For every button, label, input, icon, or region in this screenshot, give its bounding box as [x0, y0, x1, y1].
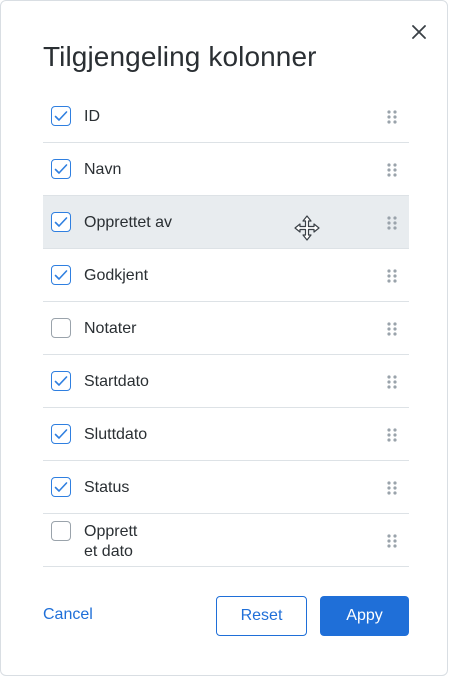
check-icon [54, 482, 68, 492]
drag-handle-icon[interactable] [386, 109, 398, 125]
column-settings-dialog: Tilgjengeling kolonner ID Navn Opprettet… [0, 0, 448, 676]
check-icon [54, 376, 68, 386]
drag-handle-icon[interactable] [386, 533, 398, 549]
column-label: Navn [84, 161, 122, 178]
column-row[interactable]: Sluttdato [43, 408, 409, 461]
column-checkbox[interactable] [51, 477, 71, 497]
column-row[interactable]: Status [43, 461, 409, 514]
drag-handle-icon[interactable] [386, 480, 398, 496]
column-label: Opprettet av [84, 214, 173, 231]
column-checkbox[interactable] [51, 424, 71, 444]
check-icon [54, 164, 68, 174]
column-checkbox[interactable] [51, 159, 71, 179]
drag-handle-icon[interactable] [386, 268, 398, 284]
check-icon [54, 429, 68, 439]
column-row[interactable]: ID [43, 90, 409, 143]
column-checkbox[interactable] [51, 106, 71, 126]
drag-handle-icon[interactable] [386, 162, 398, 178]
column-row[interactable]: Opprett et dato [43, 514, 409, 567]
column-label: ID [84, 108, 100, 125]
close-icon [412, 25, 426, 39]
column-row[interactable]: Startdato [43, 355, 409, 408]
column-checkbox[interactable] [51, 265, 71, 285]
drag-handle-icon[interactable] [386, 215, 398, 231]
column-row[interactable]: Opprettet av [43, 196, 409, 249]
column-row[interactable]: Notater [43, 302, 409, 355]
column-label: Opprett et dato [84, 523, 138, 560]
check-icon [54, 111, 68, 121]
column-checkbox[interactable] [51, 371, 71, 391]
check-icon [54, 217, 68, 227]
column-row[interactable]: Navn [43, 143, 409, 196]
drag-handle-icon[interactable] [386, 321, 398, 337]
column-checkbox[interactable] [51, 521, 71, 541]
apply-button[interactable]: Appy [320, 596, 409, 636]
column-label: Godkjent [84, 267, 149, 284]
column-row[interactable]: Godkjent [43, 249, 409, 302]
column-label: Sluttdato [84, 426, 148, 443]
reset-button[interactable]: Reset [216, 596, 307, 636]
close-button[interactable] [407, 20, 431, 44]
move-cursor-icon [294, 215, 320, 241]
column-label: Startdato [84, 373, 149, 390]
check-icon [54, 270, 68, 280]
dialog-title: Tilgjengeling kolonner [43, 41, 317, 72]
column-label: Notater [84, 320, 137, 337]
column-list: ID Navn Opprettet av Godkjent Notater St… [43, 90, 409, 567]
column-checkbox[interactable] [51, 318, 71, 338]
drag-handle-icon[interactable] [386, 374, 398, 390]
column-checkbox[interactable] [51, 212, 71, 232]
cancel-button[interactable]: Cancel [43, 606, 93, 624]
drag-handle-icon[interactable] [386, 427, 398, 443]
column-label: Status [84, 479, 130, 496]
